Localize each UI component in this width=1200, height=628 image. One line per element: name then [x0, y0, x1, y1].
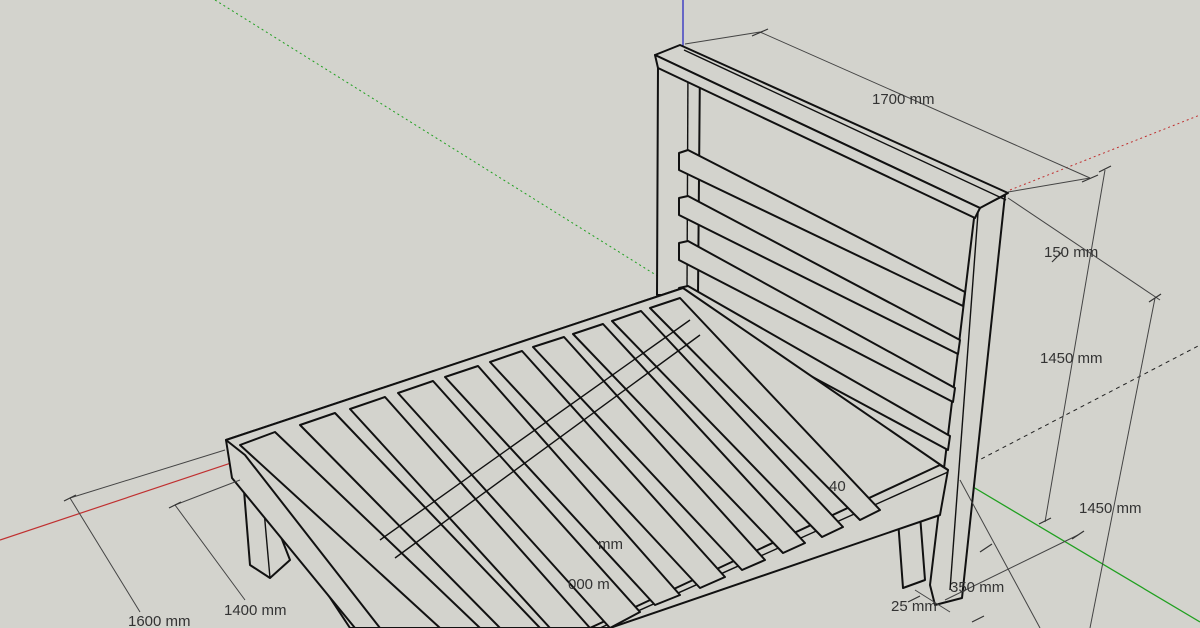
dim-partial-length: 000 m: [568, 576, 610, 593]
dim-leg-offset: 25 mm: [891, 598, 937, 615]
dim-headboard-cap: 150 mm: [1044, 244, 1098, 261]
dim-leg-depth: 350 mm: [950, 579, 1004, 596]
dim-headboard-height: 1450 mm: [1040, 350, 1103, 367]
dim-partial-height: 40: [829, 478, 846, 495]
headboard-right-post: [929, 194, 1006, 606]
red-axis-dotted-far: [1009, 114, 1200, 191]
dim-partial-mid: mm: [598, 536, 623, 553]
dim-headboard-width: 1700 mm: [872, 91, 935, 108]
modeling-viewport[interactable]: 1700 mm 150 mm 1450 mm 1450 mm 40 350 mm…: [0, 0, 1200, 628]
dim-frame-inner-width: 1400 mm: [224, 602, 287, 619]
green-axis-dotted: [214, 0, 681, 291]
headboard-top-rail-front: [654, 54, 981, 219]
dim-frame-outer-width: 1600 mm: [128, 613, 191, 628]
scene-canvas[interactable]: 1700 mm 150 mm 1450 mm 1450 mm 40 350 mm…: [0, 0, 1200, 628]
dim-overall-height: 1450 mm: [1079, 500, 1142, 517]
